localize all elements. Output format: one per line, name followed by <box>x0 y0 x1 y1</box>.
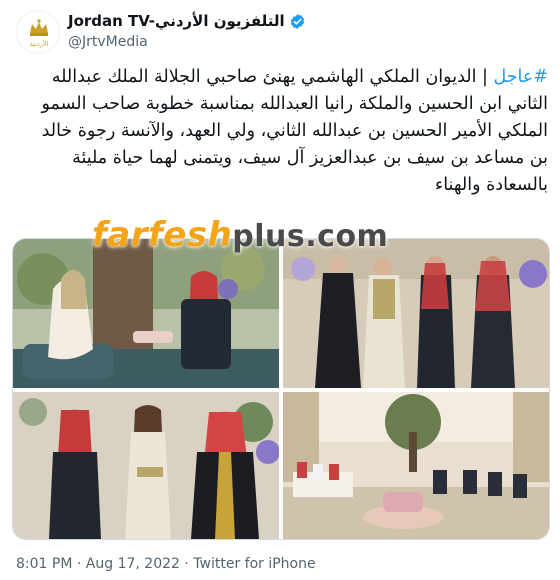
account-avatar[interactable]: الأردنية <box>16 10 60 54</box>
tweet-source[interactable]: Twitter for iPhone <box>193 556 315 572</box>
account-handle[interactable]: @JrtvMedia <box>68 34 148 50</box>
hashtag-link[interactable]: #عاجل <box>493 67 548 87</box>
photo-2-image <box>283 239 549 388</box>
photo-4-image <box>283 392 549 539</box>
separator: · <box>72 556 86 572</box>
tweet-date[interactable]: Aug 17, 2022 <box>86 556 180 572</box>
separator: · <box>179 556 194 572</box>
tweet-header: الأردنية Jordan TV-التلفزيون الأردني @Jr… <box>16 10 544 58</box>
tweet-text: #عاجل | الديوان الملكي الهاشمي يهنئ صاحب… <box>18 64 548 199</box>
photo-grid <box>12 238 550 540</box>
tweet-time[interactable]: 8:01 PM <box>16 556 72 572</box>
photo-3-image <box>13 392 279 539</box>
photo-family-standing[interactable] <box>283 239 549 388</box>
photo-couple-standing[interactable] <box>13 392 279 539</box>
tweet-body: | الديوان الملكي الهاشمي يهنئ صاحبي الجل… <box>41 67 548 195</box>
logo-text: الأردنية <box>30 39 49 48</box>
photo-1-image <box>13 239 279 388</box>
verified-badge-icon <box>290 13 304 29</box>
tweet-footer: 8:01 PM · Aug 17, 2022 · Twitter for iPh… <box>16 556 316 572</box>
photo-engagement-seated[interactable] <box>13 239 279 388</box>
photo-reception-hall[interactable] <box>283 392 549 539</box>
crown-logo-icon: الأردنية <box>17 11 59 53</box>
account-display-name[interactable]: Jordan TV-التلفزيون الأردني <box>68 12 285 30</box>
account-name-row: Jordan TV-التلفزيون الأردني <box>68 12 306 30</box>
